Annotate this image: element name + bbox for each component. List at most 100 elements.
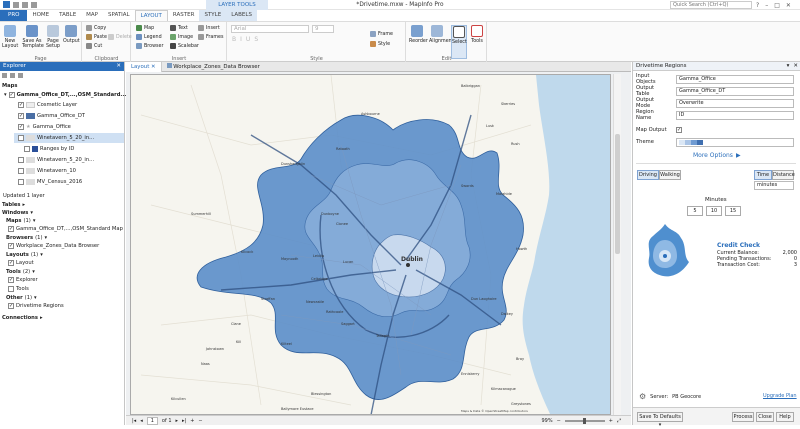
filter-icon[interactable]	[18, 73, 23, 78]
fit-page-icon[interactable]: ⤢	[617, 418, 621, 424]
window-checkbox[interactable]: ✓	[8, 277, 14, 283]
layer-checkbox[interactable]	[18, 168, 24, 174]
layer-row[interactable]: MV_Census_2016	[18, 177, 82, 187]
delete-page-icon[interactable]: −	[198, 418, 202, 424]
zoom-slider-thumb[interactable]	[582, 417, 586, 424]
layer-row[interactable]: Ranges by ID	[24, 144, 74, 154]
delete-button[interactable]: Delete	[108, 33, 132, 41]
upgrade-plan-link[interactable]: Upgrade Plan	[763, 393, 797, 399]
region-name-select[interactable]: ID	[676, 110, 794, 120]
cut-button[interactable]: Cut	[86, 42, 102, 50]
insert-image-button[interactable]: Image	[170, 33, 193, 41]
next-page-icon[interactable]: ▸	[176, 418, 179, 424]
tab-raster[interactable]: RASTER	[168, 10, 200, 21]
open-icon[interactable]	[22, 1, 28, 8]
maximize-icon[interactable]: □	[774, 2, 780, 9]
select-button[interactable]: Select	[451, 25, 467, 59]
minutes-input-2[interactable]: 10	[706, 206, 722, 216]
insert-browser-button[interactable]: Browser	[136, 42, 163, 50]
tab-home[interactable]: HOME	[27, 10, 54, 21]
doc-tab-layout[interactable]: Layout ✕	[126, 61, 162, 72]
layer-row[interactable]: ✓ Cosmetic Layer	[18, 100, 77, 110]
tab-map[interactable]: MAP	[81, 10, 103, 21]
scrollbar-thumb[interactable]	[615, 134, 620, 254]
doc-tab-browser[interactable]: Workplace_Zones_Data Browser	[162, 62, 265, 72]
zoom-slider[interactable]	[564, 417, 605, 424]
time-button[interactable]: Time	[754, 170, 772, 180]
help-button[interactable]: Help	[776, 412, 794, 422]
walking-button[interactable]: Walking	[659, 170, 681, 180]
layer-checkbox[interactable]	[18, 135, 24, 141]
layer-row[interactable]: Winetavern_10	[18, 166, 76, 176]
layer-checkbox[interactable]: ✓	[18, 113, 24, 119]
last-page-icon[interactable]: ▸|	[182, 418, 186, 424]
minimize-icon[interactable]: –	[765, 2, 768, 9]
window-checkbox[interactable]: ✓	[8, 303, 14, 309]
insert-text-button[interactable]: Text	[170, 24, 188, 32]
add-icon[interactable]	[2, 73, 7, 78]
tab-layout[interactable]: LAYOUT	[134, 10, 168, 21]
page-setup-button[interactable]: Page Setup	[45, 25, 61, 49]
close-icon[interactable]: ✕	[786, 2, 791, 9]
window-checkbox[interactable]	[8, 286, 14, 292]
insert-legend-button[interactable]: Legend	[136, 33, 162, 41]
minutes-input-3[interactable]: 15	[725, 206, 741, 216]
minutes-input-1[interactable]: 5	[687, 206, 703, 216]
layer-checkbox[interactable]: ✓	[18, 124, 24, 130]
zoom-in-icon[interactable]: +	[609, 418, 613, 424]
undo-icon[interactable]	[31, 1, 37, 8]
tab-spatial[interactable]: SPATIAL	[103, 10, 135, 21]
map-output-checkbox[interactable]: ✓	[676, 127, 682, 133]
bold-icon[interactable]: B	[232, 36, 236, 43]
process-button[interactable]: Process	[732, 412, 754, 422]
tab-style[interactable]: STYLE	[199, 10, 227, 21]
vertical-scrollbar[interactable]	[613, 74, 621, 415]
frames-dropdown-button[interactable]: Frames	[198, 33, 223, 41]
previous-page-icon[interactable]: ◂	[140, 418, 143, 424]
close-icon[interactable]: ✕	[116, 62, 121, 71]
font-family-select[interactable]: Arial	[231, 25, 309, 33]
layer-checkbox[interactable]	[24, 146, 30, 152]
output-table-field[interactable]: Gamma_Office_DT	[676, 86, 794, 96]
strikethrough-icon[interactable]: S	[254, 36, 258, 43]
paste-button[interactable]: Paste	[86, 33, 107, 41]
alignment-button[interactable]: Alignment	[429, 25, 454, 44]
save-as-template-button[interactable]: Save As Template	[22, 25, 44, 49]
help-icon[interactable]: ?	[756, 2, 759, 9]
tab-pro[interactable]: PRO	[0, 10, 28, 21]
window-item-drivetime[interactable]: ✓ Drivetime Regions	[8, 301, 64, 311]
window-checkbox[interactable]: ✓	[8, 260, 14, 266]
new-layout-button[interactable]: New Layout	[2, 25, 18, 49]
tab-table[interactable]: TABLE	[54, 10, 81, 21]
theme-select[interactable]	[676, 137, 794, 147]
close-button[interactable]: Close	[756, 412, 774, 422]
connections-section-header[interactable]: Connections ▸	[2, 313, 43, 323]
map-frame[interactable]: Dublin Skerries Balbriggan Rush Lusk Swo…	[130, 74, 611, 415]
window-checkbox[interactable]: ✓	[8, 243, 14, 249]
copy-button[interactable]: Copy	[86, 24, 106, 32]
font-size-select[interactable]: 9	[312, 25, 334, 33]
layer-checkbox[interactable]	[18, 157, 24, 163]
zoom-out-icon[interactable]: −	[557, 418, 561, 424]
insert-scalebar-button[interactable]: Scalebar	[170, 42, 199, 50]
frame-style-button[interactable]: Frame	[370, 30, 393, 38]
layer-row-selected[interactable]: Winetavern_5_20_in...	[14, 133, 124, 143]
unit-select[interactable]: minutes	[754, 181, 794, 190]
italic-icon[interactable]: I	[240, 36, 242, 43]
close-icon[interactable]: ✕	[151, 64, 156, 70]
layer-checkbox[interactable]	[18, 179, 24, 185]
layer-row[interactable]: ✓ ★ Gamma_Office	[18, 122, 71, 132]
pin-icon[interactable]: ▾	[787, 63, 790, 69]
layer-row[interactable]: Winetavern_5_20_in...	[18, 155, 94, 165]
add-page-icon[interactable]: +	[190, 418, 194, 424]
map-checkbox[interactable]: ✓	[8, 92, 15, 98]
tab-labels[interactable]: LABELS	[226, 10, 257, 21]
output-button[interactable]: Output	[63, 25, 80, 44]
page-number-input[interactable]: 1	[146, 416, 158, 425]
save-to-defaults-button[interactable]: Save To Defaults ▾	[637, 412, 683, 428]
map-item[interactable]: ▾ ✓ Gamma_Office_DT,...,OSM_Standard...	[4, 90, 126, 100]
close-icon[interactable]: ✕	[793, 63, 798, 69]
tools-button[interactable]: Tools	[469, 25, 485, 44]
window-checkbox[interactable]: ✓	[8, 226, 14, 232]
underline-icon[interactable]: U	[246, 36, 250, 43]
